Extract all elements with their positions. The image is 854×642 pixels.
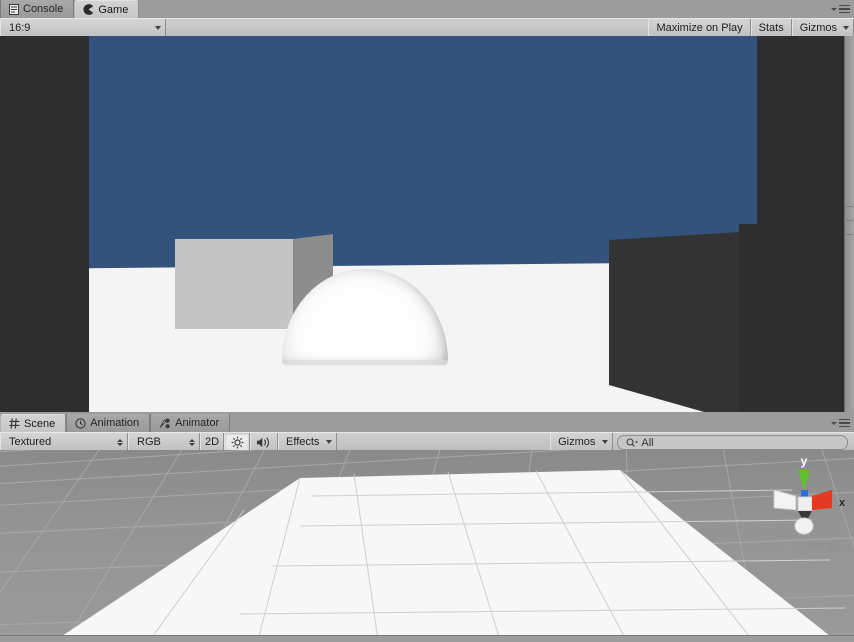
axis-gizmo-x-label: x [839,497,846,509]
aspect-ratio-dropdown[interactable]: 16:9 [0,19,166,37]
game-backdrop-cube [175,239,293,329]
scene-viewport[interactable]: y x ≺ Persp [0,450,854,642]
panel-menu-caret-icon [831,7,837,11]
chevron-down-icon [843,26,849,30]
aspect-ratio-value: 16:9 [9,22,31,34]
scene-gizmos-dropdown-button[interactable]: Gizmos [550,433,614,451]
scene-bottom-strip [0,635,854,642]
console-icon [9,3,19,15]
lighting-toggle-button[interactable] [224,433,250,451]
scene-panel-tabbar: Scene Animation Animator [0,414,854,432]
tab-console[interactable]: Console [0,0,75,18]
game-viewport[interactable] [0,36,845,412]
tab-game[interactable]: Game [74,0,140,18]
projection-mode-label[interactable]: Persp [806,538,840,552]
game-view-panel: Console Game 16:9 Maximize on Play Stats… [0,0,854,414]
audio-toggle-button[interactable] [250,433,278,451]
axis-gizmo-x-cone [812,490,832,510]
game-view-right-edge[interactable] [844,36,854,412]
sun-icon [231,436,244,449]
tab-scene[interactable]: Scene [0,414,67,432]
draw-mode-dropdown[interactable]: Textured [0,433,128,451]
maximize-on-play-button[interactable]: Maximize on Play [648,19,751,37]
panel-menu-lines-icon [839,4,850,14]
two-d-toggle-button[interactable]: 2D [200,433,224,451]
chevron-down-icon [602,440,609,444]
effects-dropdown-button[interactable]: Effects [278,433,338,451]
scene-objects [0,450,854,642]
tab-animator-label: Animator [175,417,220,429]
stats-button[interactable]: Stats [750,19,792,37]
effects-label: Effects [286,436,320,448]
game-render-area [89,36,757,412]
updown-arrows-icon [189,438,195,446]
panel-menu-icon[interactable] [828,417,850,429]
tab-animation[interactable]: Animation [66,414,151,432]
scene-toolbar-spacer [337,433,550,451]
gizmos-label: Gizmos [799,22,837,34]
axis-gizmo-negx-cone [773,489,797,511]
chevron-down-icon [155,26,161,30]
persp-arrow-icon: ≺ [781,540,792,554]
draw-mode-value: Textured [9,436,52,448]
color-mode-dropdown[interactable]: RGB [128,433,200,451]
scene-search-input[interactable]: All [617,435,848,450]
game-pacman-icon [83,4,94,15]
scene-view-toolbar: Textured RGB 2D Effects Gizmos All [0,432,854,452]
animator-nodes-icon [159,418,171,429]
scene-gizmos-label: Gizmos [558,436,596,448]
axis-gizmo-y-label: y [801,454,808,468]
speaker-icon [256,436,272,449]
tab-console-label: Console [23,3,64,15]
scene-view-panel: Scene Animation Animator Textured RGB 2D… [0,414,854,642]
axis-gizmo-negy-ball [794,517,814,535]
gizmos-dropdown-button[interactable]: Gizmos [791,19,854,37]
game-panel-tabbar: Console Game [0,0,854,18]
tab-game-label: Game [98,3,129,16]
color-mode-value: RGB [137,436,161,448]
panel-menu-lines-icon [839,418,850,428]
tab-animation-label: Animation [90,417,140,429]
game-right-wall-side [739,224,757,412]
game-view-toolbar: 16:9 Maximize on Play Stats Gizmos [0,18,854,38]
chevron-down-icon [326,440,333,444]
tab-animator[interactable]: Animator [150,414,231,432]
search-icon [626,437,639,448]
scene-search-value: All [641,436,654,449]
axis-gizmo-center [797,496,813,512]
grid-hash-icon [9,418,20,429]
game-right-wall [609,231,757,412]
unity-editor-window: Console Game 16:9 Maximize on Play Stats… [0,0,854,642]
game-toolbar-spacer [166,19,648,37]
updown-arrows-icon [117,438,123,446]
tab-scene-label: Scene [24,417,56,430]
axis-gizmo-y-cone [798,470,810,490]
clock-icon [75,417,86,429]
panel-menu-icon[interactable] [828,3,850,15]
panel-menu-caret-icon [831,421,837,425]
